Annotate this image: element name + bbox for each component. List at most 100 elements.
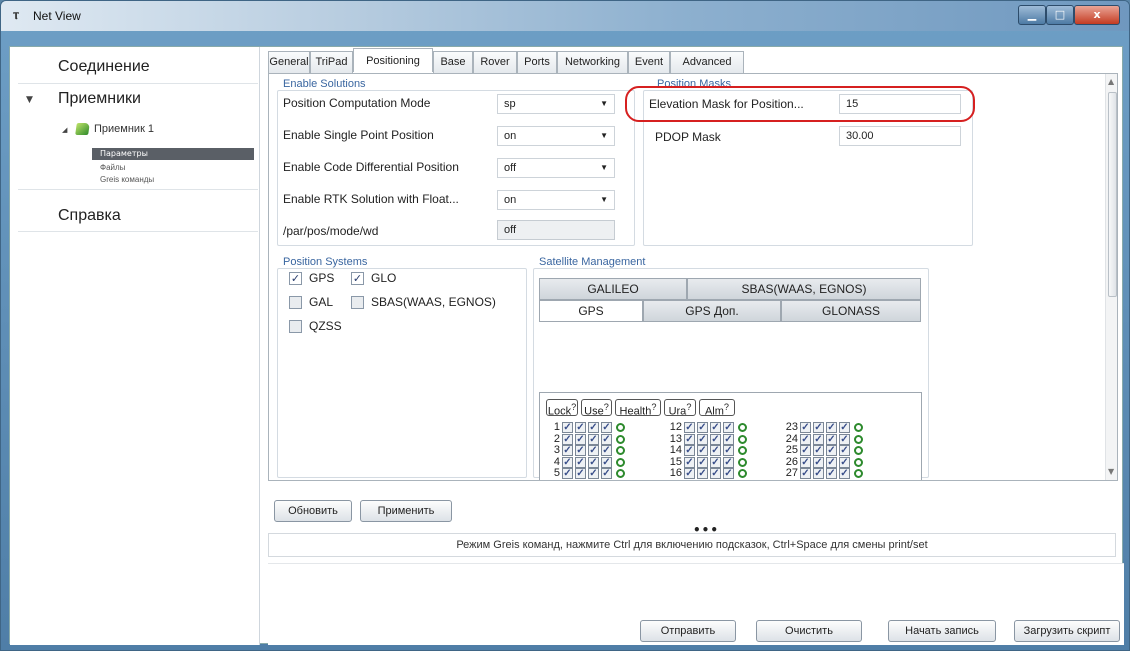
satellite-flag-checkbox[interactable]: ✓ [813, 456, 824, 468]
tree-receiver-1[interactable]: Приемник 1 [94, 123, 154, 135]
rtk-select[interactable]: on ▼ [497, 190, 615, 210]
scroll-thumb[interactable] [1108, 92, 1117, 297]
satellite-flag-checkbox[interactable]: ✓ [710, 479, 721, 480]
satellite-flag-checkbox[interactable]: ✓ [562, 456, 573, 468]
tab-event[interactable]: Event [628, 51, 670, 73]
code-diff-select[interactable]: off ▼ [497, 158, 615, 178]
tab-tripad[interactable]: TriPad [310, 51, 353, 73]
sat-tab-glonass[interactable]: GLONASS [781, 300, 921, 322]
satellite-flag-checkbox[interactable]: ✓ [601, 479, 612, 480]
satellite-flag-checkbox[interactable]: ✓ [723, 479, 734, 480]
satellite-flag-checkbox[interactable]: ✓ [826, 422, 837, 433]
satellite-flag-checkbox[interactable]: ✓ [575, 456, 586, 468]
col-health[interactable]: Health? [615, 399, 661, 418]
greis-command-input[interactable]: Режим Greis команд, нажмите Ctrl для вкл… [268, 533, 1116, 557]
satellite-flag-checkbox[interactable]: ✓ [710, 456, 721, 468]
satellite-flag-checkbox[interactable]: ✓ [723, 445, 734, 456]
satellite-flag-checkbox[interactable]: ✓ [601, 422, 612, 433]
start-record-button[interactable]: Начать запись [888, 620, 996, 642]
satellite-flag-checkbox[interactable]: ✓ [562, 468, 573, 479]
tab-positioning[interactable]: Positioning [353, 48, 433, 72]
load-script-button[interactable]: Загрузить скрипт [1014, 620, 1120, 642]
satellite-flag-checkbox[interactable]: ✓ [575, 433, 586, 445]
gal-checkbox[interactable] [289, 296, 302, 309]
sat-tab-gps-extra[interactable]: GPS Доп. [643, 300, 781, 322]
tab-networking[interactable]: Networking [557, 51, 628, 73]
qzss-checkbox[interactable] [289, 320, 302, 333]
satellite-flag-checkbox[interactable]: ✓ [723, 456, 734, 468]
satellite-flag-checkbox[interactable]: ✓ [601, 456, 612, 468]
col-lock[interactable]: Lock? [546, 399, 578, 418]
satellite-flag-checkbox[interactable]: ✓ [697, 445, 708, 456]
satellite-flag-checkbox[interactable]: ✓ [813, 468, 824, 479]
satellite-flag-checkbox[interactable]: ✓ [839, 422, 850, 433]
col-use[interactable]: Use? [581, 399, 612, 418]
satellite-flag-checkbox[interactable]: ✓ [684, 422, 695, 433]
satellite-flag-checkbox[interactable]: ✓ [588, 456, 599, 468]
tab-rover[interactable]: Rover [473, 51, 517, 73]
satellite-flag-checkbox[interactable]: ✓ [588, 479, 599, 480]
single-point-select[interactable]: on ▼ [497, 126, 615, 146]
satellite-flag-checkbox[interactable]: ✓ [813, 479, 824, 480]
minimize-button[interactable]: ▁ [1018, 5, 1046, 25]
expand-arrow-icon[interactable]: ◢ [62, 126, 67, 134]
sat-tab-galileo[interactable]: GALILEO [539, 278, 687, 300]
satellite-flag-checkbox[interactable]: ✓ [601, 468, 612, 479]
vertical-scrollbar[interactable]: ▲ ▼ [1105, 74, 1117, 480]
satellite-flag-checkbox[interactable]: ✓ [697, 433, 708, 445]
satellite-flag-checkbox[interactable]: ✓ [588, 422, 599, 433]
satellite-flag-checkbox[interactable]: ✓ [839, 456, 850, 468]
satellite-flag-checkbox[interactable]: ✓ [588, 445, 599, 456]
satellite-flag-checkbox[interactable]: ✓ [697, 422, 708, 433]
satellite-flag-checkbox[interactable]: ✓ [697, 479, 708, 480]
pos-mode-select[interactable]: sp ▼ [497, 94, 615, 114]
nav-receivers[interactable]: Приемники [58, 90, 141, 108]
satellite-flag-checkbox[interactable]: ✓ [839, 468, 850, 479]
satellite-flag-checkbox[interactable]: ✓ [684, 479, 695, 480]
col-ura[interactable]: Ura? [664, 399, 696, 418]
satellite-flag-checkbox[interactable]: ✓ [562, 422, 573, 433]
satellite-flag-checkbox[interactable]: ✓ [723, 433, 734, 445]
gps-checkbox[interactable]: ✓ [289, 272, 302, 285]
satellite-flag-checkbox[interactable]: ✓ [839, 433, 850, 445]
satellite-flag-checkbox[interactable]: ✓ [826, 445, 837, 456]
satellite-flag-checkbox[interactable]: ✓ [813, 433, 824, 445]
satellite-flag-checkbox[interactable]: ✓ [826, 479, 837, 480]
tab-ports[interactable]: Ports [517, 51, 557, 73]
pdop-mask-input[interactable]: 30.00 [839, 126, 961, 146]
satellite-flag-checkbox[interactable]: ✓ [588, 433, 599, 445]
sbas-checkbox[interactable] [351, 296, 364, 309]
satellite-flag-checkbox[interactable]: ✓ [601, 445, 612, 456]
glo-checkbox[interactable]: ✓ [351, 272, 364, 285]
nav-connection[interactable]: Соединение [58, 58, 150, 76]
tree-greis[interactable]: Greis команды [100, 175, 154, 184]
satellite-flag-checkbox[interactable]: ✓ [800, 479, 811, 480]
satellite-flag-checkbox[interactable]: ✓ [697, 456, 708, 468]
satellite-flag-checkbox[interactable]: ✓ [710, 445, 721, 456]
collapse-arrow-icon[interactable]: ▼ [26, 95, 33, 105]
satellite-flag-checkbox[interactable]: ✓ [800, 422, 811, 433]
send-button[interactable]: Отправить [640, 620, 736, 642]
satellite-flag-checkbox[interactable]: ✓ [562, 445, 573, 456]
satellite-flag-checkbox[interactable]: ✓ [575, 479, 586, 480]
satellite-flag-checkbox[interactable]: ✓ [800, 433, 811, 445]
satellite-flag-checkbox[interactable]: ✓ [813, 445, 824, 456]
satellite-flag-checkbox[interactable]: ✓ [684, 456, 695, 468]
satellite-flag-checkbox[interactable]: ✓ [813, 422, 824, 433]
apply-button[interactable]: Применить [360, 500, 452, 522]
satellite-flag-checkbox[interactable]: ✓ [601, 433, 612, 445]
refresh-button[interactable]: Обновить [274, 500, 352, 522]
satellite-flag-checkbox[interactable]: ✓ [826, 456, 837, 468]
satellite-flag-checkbox[interactable]: ✓ [800, 445, 811, 456]
satellite-flag-checkbox[interactable]: ✓ [723, 422, 734, 433]
satellite-flag-checkbox[interactable]: ✓ [575, 445, 586, 456]
tab-base[interactable]: Base [433, 51, 473, 73]
tree-files[interactable]: Файлы [100, 163, 125, 172]
satellite-flag-checkbox[interactable]: ✓ [800, 456, 811, 468]
sat-tab-sbas[interactable]: SBAS(WAAS, EGNOS) [687, 278, 921, 300]
satellite-flag-checkbox[interactable]: ✓ [562, 479, 573, 480]
satellite-flag-checkbox[interactable]: ✓ [684, 468, 695, 479]
satellite-flag-checkbox[interactable]: ✓ [800, 468, 811, 479]
satellite-flag-checkbox[interactable]: ✓ [710, 468, 721, 479]
satellite-flag-checkbox[interactable]: ✓ [575, 422, 586, 433]
